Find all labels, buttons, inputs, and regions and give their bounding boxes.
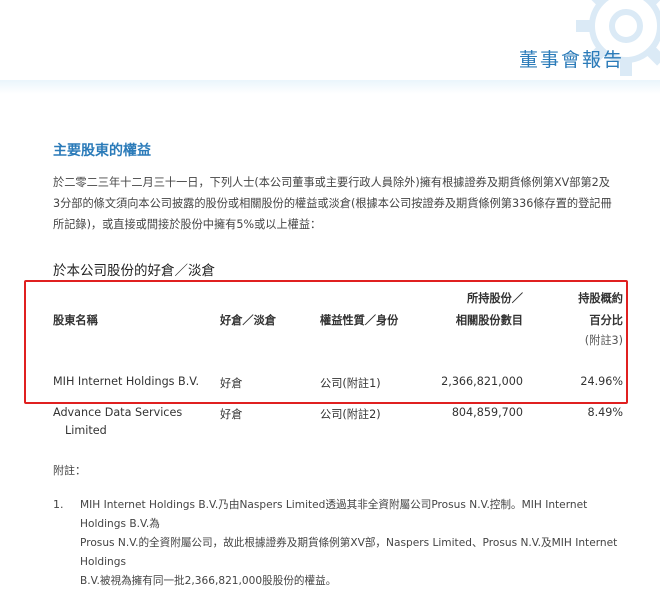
note-number: 1. [53,498,64,511]
row-nature: 公司(附註2) [320,408,381,421]
row-name: Advance Data Services [53,406,183,419]
highlight-box [24,280,628,404]
notes-heading: 附註： [53,464,86,477]
row-name-line2: Limited [65,424,107,437]
intro-line: 於二零二三年十二月三十一日，下列人士(本公司董事或主要行政人員除外)擁有根據證券… [53,176,610,189]
row-pct: 8.49% [587,406,623,419]
note-text: MIH Internet Holdings B.V.乃由Naspers Limi… [80,496,635,591]
header-divider [0,80,660,94]
table-title: 於本公司股份的好倉／淡倉 [53,263,215,279]
page-header-title: 董事會報告 [518,49,624,71]
gear-decoration-icon [576,0,660,76]
row-shares: 804,859,700 [451,406,523,419]
note-line: B.V.被視為擁有同一批2,366,821,000股股份的權益。 [80,575,337,587]
table-row: Advance Data Services Limited 好倉 公司(附註2)… [53,406,623,442]
section-title: 主要股東的權益 [53,143,151,159]
intro-paragraph: 於二零二三年十二月三十一日，下列人士(本公司董事或主要行政人員除外)擁有根據證券… [53,172,633,235]
note-line: Prosus N.V.的全資附屬公司，故此根據證券及期貨條例第XV部，Naspe… [80,537,618,568]
row-position: 好倉 [220,408,243,421]
intro-line: 所記錄)，或直接或間接於股份中擁有5%或以上權益： [53,218,322,231]
note-line: MIH Internet Holdings B.V.乃由Naspers Limi… [80,499,588,530]
intro-line: 3分部的條文須向本公司披露的股份或相關股份的權益或淡倉(根據本公司按證券及期貨條… [53,197,612,210]
